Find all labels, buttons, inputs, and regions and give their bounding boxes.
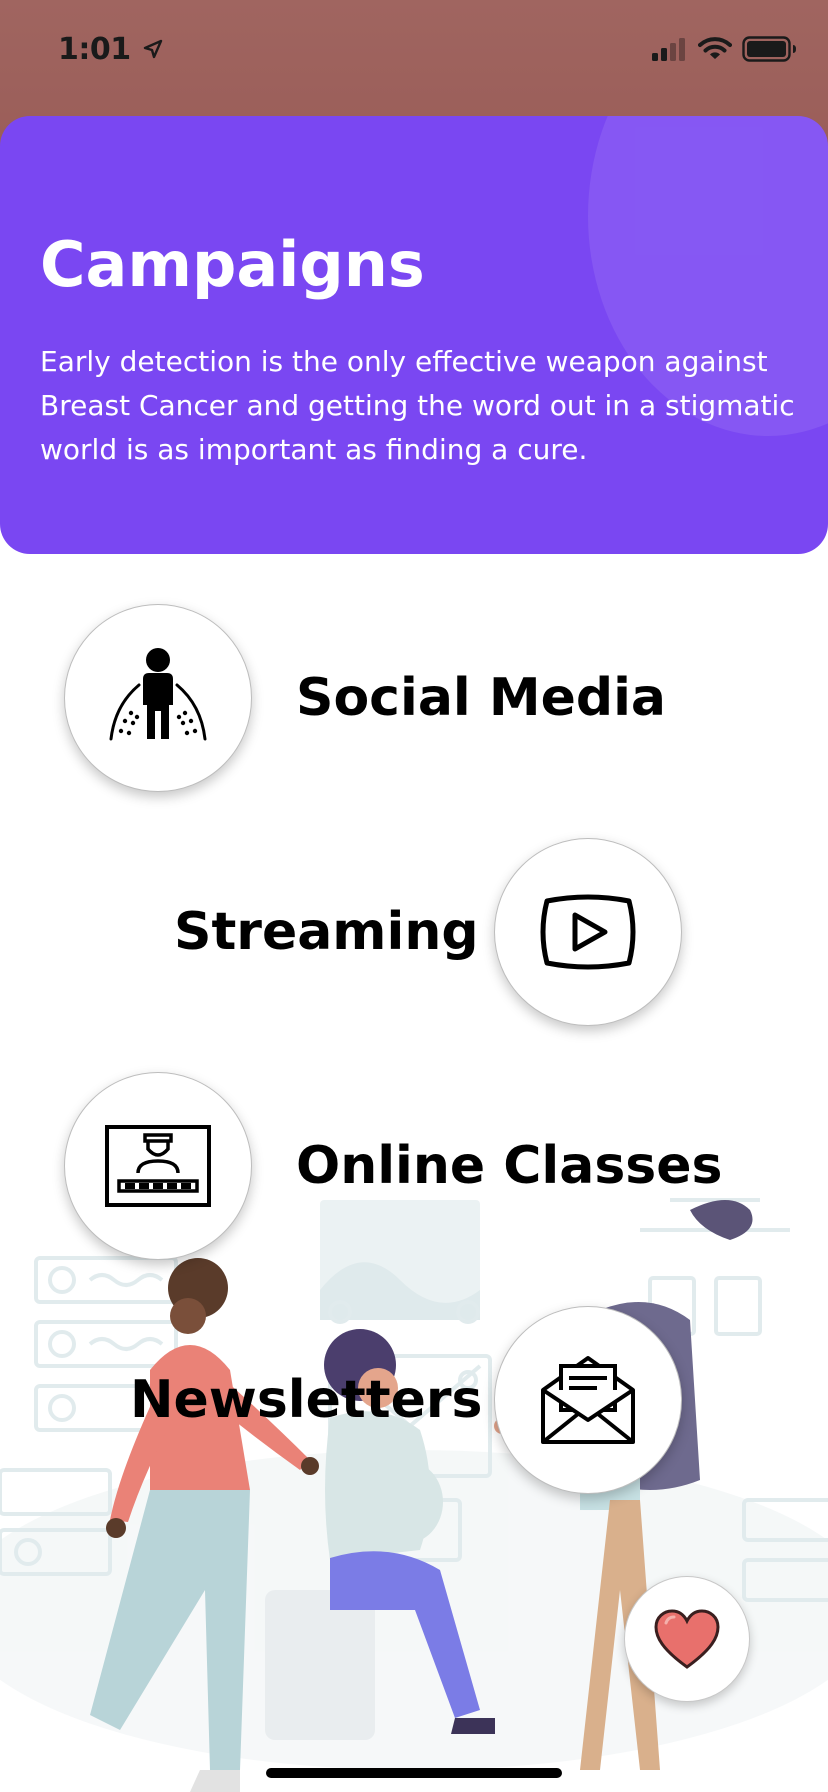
home-indicator[interactable] [266,1768,562,1778]
online-class-icon [105,1125,211,1207]
page-title: Campaigns [40,228,425,301]
heart-icon [654,1609,720,1669]
person-speaking-icon [109,648,207,741]
favorite-button[interactable] [624,1576,750,1702]
play-video-icon [540,894,636,970]
newsletters-button[interactable] [494,1306,682,1494]
online-classes-button[interactable] [64,1072,252,1260]
social-media-button[interactable] [64,604,252,792]
social-media-label[interactable]: Social Media [296,672,666,724]
streaming-button[interactable] [494,838,682,1026]
newsletters-label[interactable]: Newsletters [130,1374,482,1426]
battery-icon [742,36,796,62]
online-classes-label[interactable]: Online Classes [296,1140,722,1192]
campaigns-header: Campaigns Early detection is the only ef… [0,116,828,554]
envelope-icon [541,1356,635,1444]
time-text: 1:01 [58,32,131,67]
status-icons [652,36,798,62]
location-arrow-icon [143,39,162,59]
streaming-label[interactable]: Streaming [174,906,479,958]
page-description: Early detection is the only effective we… [40,345,795,466]
wifi-icon [698,37,732,59]
status-time: 1:01 [58,32,163,67]
cellular-signal-icon [652,38,685,61]
